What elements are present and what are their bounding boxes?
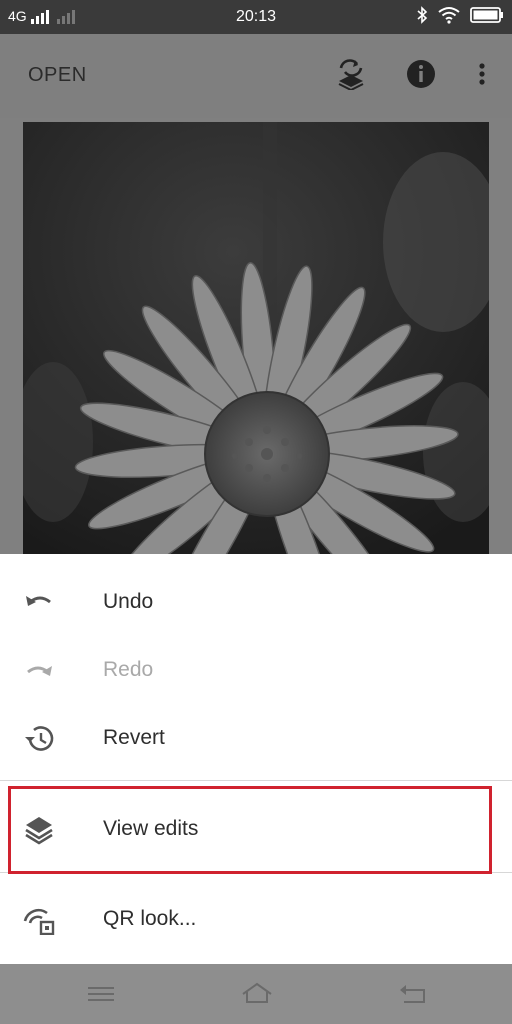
home-nav-button[interactable] (240, 980, 274, 1008)
layers-refresh-icon (338, 59, 364, 92)
back-icon (400, 985, 425, 1003)
status-icons (416, 6, 504, 24)
menu-divider (0, 780, 512, 781)
status-bar: 4G 20:13 (0, 0, 512, 34)
battery-icon (470, 7, 503, 23)
wifi-icon (438, 7, 460, 24)
redo-icon (27, 666, 52, 676)
bluetooth-icon (417, 6, 428, 24)
menu-item-revert[interactable]: Revert (0, 704, 512, 772)
menu-item-qr-look[interactable]: QR look... (0, 885, 512, 953)
home-icon (242, 982, 272, 1003)
menu-icon (88, 987, 114, 1001)
menu-label-qr-look: QR look... (103, 907, 197, 930)
qr-look-icon (23, 908, 55, 935)
navigation-bar (0, 964, 512, 1024)
menu-item-undo[interactable]: Undo (0, 568, 512, 636)
history-icon (25, 726, 54, 751)
more-options-button[interactable] (466, 58, 498, 90)
layers-refresh-button[interactable] (335, 58, 367, 92)
photo-preview (23, 122, 489, 554)
undo-icon (26, 596, 51, 606)
menu-label-redo: Redo (103, 658, 154, 681)
menu-label-revert: Revert (103, 726, 165, 749)
menu-nav-button[interactable] (86, 980, 116, 1008)
flower-image (23, 122, 489, 554)
highlight-box (8, 786, 492, 874)
open-button[interactable]: OPEN (28, 64, 87, 87)
app-bar: OPEN (0, 34, 512, 118)
info-button[interactable] (405, 58, 437, 90)
menu-item-redo: Redo (0, 636, 512, 704)
bottom-sheet-menu: Undo Redo Revert View edits QR look... (0, 554, 512, 964)
more-vert-icon (479, 63, 485, 85)
back-nav-button[interactable] (398, 980, 428, 1008)
menu-label-undo: Undo (103, 590, 154, 613)
info-icon (407, 60, 435, 88)
